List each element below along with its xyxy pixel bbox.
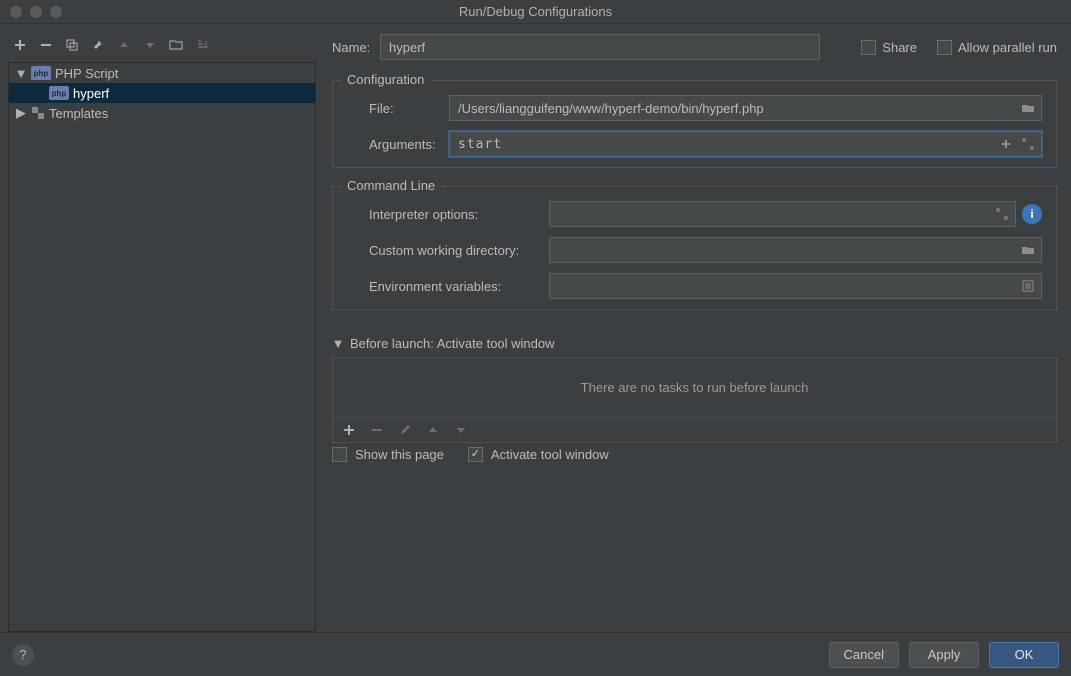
expand-arrow-right-icon[interactable]: ▶ (15, 107, 27, 119)
config-toolbar (8, 32, 316, 58)
custom-working-dir-input[interactable] (549, 237, 1042, 263)
name-input[interactable]: hyperf (380, 34, 820, 60)
command-line-section: Command Line Interpreter options: i Cust… (332, 186, 1057, 310)
custom-working-dir-label: Custom working directory: (369, 243, 549, 258)
sort-icon[interactable] (194, 37, 210, 53)
browse-folder-icon[interactable] (1019, 99, 1037, 117)
before-launch-empty-text: There are no tasks to run before launch (333, 358, 1056, 418)
tree-label: PHP Script (55, 66, 118, 81)
activate-tool-label: Activate tool window (491, 447, 609, 462)
tree-label: hyperf (73, 86, 109, 101)
expand-icon[interactable] (1019, 135, 1037, 153)
arguments-input[interactable]: start (449, 131, 1042, 157)
env-vars-input[interactable] (549, 273, 1042, 299)
add-icon[interactable] (12, 37, 28, 53)
window-controls (0, 6, 62, 18)
activate-tool-checkbox[interactable] (468, 447, 483, 462)
env-vars-label: Environment variables: (369, 279, 549, 294)
php-icon: php (49, 86, 69, 100)
folder-icon[interactable] (168, 37, 184, 53)
cancel-button[interactable]: Cancel (829, 642, 899, 668)
expand-arrow-down-icon[interactable]: ▼ (15, 67, 27, 79)
show-this-page-label: Show this page (355, 447, 444, 462)
configuration-section: Configuration File: /Users/liangguifeng/… (332, 80, 1057, 168)
apply-button[interactable]: Apply (909, 642, 979, 668)
before-launch-section: There are no tasks to run before launch (332, 357, 1057, 443)
tree-node-php-script[interactable]: ▼ php PHP Script (9, 63, 315, 83)
move-down-icon[interactable] (142, 37, 158, 53)
templates-icon (31, 106, 45, 120)
titlebar: Run/Debug Configurations (0, 0, 1071, 24)
name-label: Name: (332, 40, 380, 55)
tree-node-hyperf[interactable]: php hyperf (9, 83, 315, 103)
file-label: File: (369, 101, 449, 116)
remove-icon[interactable] (369, 422, 385, 438)
tree-label: Templates (49, 106, 108, 121)
minimize-window-dot[interactable] (30, 6, 42, 18)
move-down-icon[interactable] (453, 422, 469, 438)
close-window-dot[interactable] (10, 6, 22, 18)
info-icon[interactable]: i (1022, 204, 1042, 224)
share-checkbox[interactable] (861, 40, 876, 55)
window-title: Run/Debug Configurations (459, 4, 612, 19)
expand-icon[interactable] (993, 205, 1011, 223)
allow-parallel-checkbox[interactable] (937, 40, 952, 55)
interpreter-options-input[interactable] (549, 201, 1016, 227)
php-icon: php (31, 66, 51, 80)
edit-icon[interactable] (397, 422, 413, 438)
move-up-icon[interactable] (425, 422, 441, 438)
move-up-icon[interactable] (116, 37, 132, 53)
tree-node-templates[interactable]: ▶ Templates (9, 103, 315, 123)
ok-button[interactable]: OK (989, 642, 1059, 668)
help-icon[interactable]: ? (12, 644, 34, 666)
file-input[interactable]: /Users/liangguifeng/www/hyperf-demo/bin/… (449, 95, 1042, 121)
add-icon[interactable] (341, 422, 357, 438)
browse-folder-icon[interactable] (1019, 241, 1037, 259)
wrench-icon[interactable] (90, 37, 106, 53)
list-icon[interactable] (1019, 277, 1037, 295)
remove-icon[interactable] (38, 37, 54, 53)
add-icon[interactable] (997, 135, 1015, 153)
copy-icon[interactable] (64, 37, 80, 53)
arguments-label: Arguments: (369, 137, 449, 152)
before-launch-legend: Before launch: Activate tool window (350, 336, 555, 351)
zoom-window-dot[interactable] (50, 6, 62, 18)
before-launch-toolbar (333, 418, 1056, 442)
share-label: Share (882, 40, 917, 55)
collapse-arrow-icon[interactable]: ▼ (332, 338, 344, 350)
config-tree[interactable]: ▼ php PHP Script php hyperf ▶ Templates (8, 62, 316, 632)
command-line-legend: Command Line (341, 178, 441, 193)
configuration-legend: Configuration (341, 72, 430, 87)
interpreter-options-label: Interpreter options: (369, 207, 549, 222)
show-this-page-checkbox[interactable] (332, 447, 347, 462)
allow-parallel-label: Allow parallel run (958, 40, 1057, 55)
